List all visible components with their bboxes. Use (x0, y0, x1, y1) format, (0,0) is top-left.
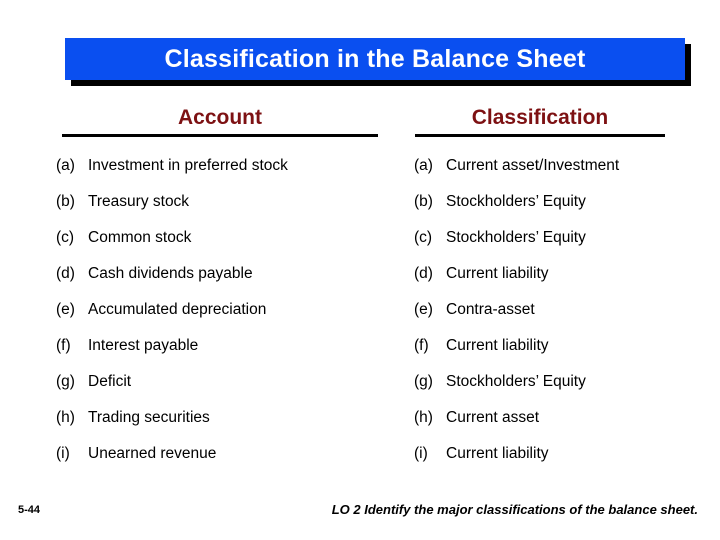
classification-value: Contra-asset (446, 301, 535, 318)
row-label: (b) (414, 193, 433, 210)
learning-objective: LO 2 Identify the major classifications … (331, 502, 698, 517)
classification-value: Current asset (446, 409, 540, 426)
table-row: (h) Trading securities (h) Current asset (0, 408, 720, 444)
table-row: (b) Treasury stock (b) Stockholders’ Equ… (0, 192, 720, 228)
table-row: (f) Interest payable (f) Current liabili… (0, 336, 720, 372)
row-label: (f) (414, 337, 429, 354)
row-label: (b) (56, 193, 75, 210)
account-cell: (b) Treasury stock (56, 192, 189, 212)
classification-cell: (a) Current asset/Investment (414, 156, 619, 176)
header-rule-account (62, 134, 378, 137)
header-rule-classification (415, 134, 665, 137)
account-value: Treasury stock (88, 193, 190, 210)
column-header-classification: Classification (471, 106, 609, 129)
table-row: (i) Unearned revenue (i) Current liabili… (0, 444, 720, 480)
classification-table: (a) Investment in preferred stock (a) Cu… (0, 156, 720, 480)
account-value: Interest payable (88, 337, 199, 354)
account-cell: (c) Common stock (56, 228, 191, 248)
row-label: (g) (414, 373, 433, 390)
table-row: (g) Deficit (g) Stockholders’ Equity (0, 372, 720, 408)
row-label: (d) (414, 265, 433, 282)
row-label: (a) (56, 157, 75, 174)
account-value: Deficit (88, 373, 132, 390)
account-cell: (h) Trading securities (56, 408, 210, 428)
classification-cell: (e) Contra-asset (414, 300, 535, 320)
account-value: Investment in preferred stock (88, 157, 288, 174)
account-value: Common stock (88, 229, 192, 246)
table-row: (d) Cash dividends payable (d) Current l… (0, 264, 720, 300)
account-cell: (a) Investment in preferred stock (56, 156, 288, 176)
classification-cell: (h) Current asset (414, 408, 539, 428)
account-cell: (g) Deficit (56, 372, 131, 392)
column-header-account: Account (178, 106, 262, 129)
account-value: Cash dividends payable (88, 265, 253, 282)
row-label: (i) (56, 445, 70, 462)
classification-cell: (c) Stockholders’ Equity (414, 228, 586, 248)
account-cell: (f) Interest payable (56, 336, 198, 356)
classification-cell: (d) Current liability (414, 264, 549, 284)
classification-value: Current liability (446, 265, 549, 282)
account-cell: (d) Cash dividends payable (56, 264, 253, 284)
classification-value: Stockholders’ Equity (446, 229, 586, 246)
account-value: Unearned revenue (88, 445, 217, 462)
classification-cell: (g) Stockholders’ Equity (414, 372, 586, 392)
row-label: (i) (414, 445, 428, 462)
classification-value: Stockholders’ Equity (446, 373, 586, 390)
classification-cell: (i) Current liability (414, 444, 549, 464)
classification-cell: (b) Stockholders’ Equity (414, 192, 586, 212)
row-label: (c) (56, 229, 75, 246)
row-label: (c) (414, 229, 433, 246)
title-banner-fill: Classification in the Balance Sheet (65, 38, 685, 80)
row-label: (a) (414, 157, 433, 174)
row-label: (e) (56, 301, 75, 318)
account-cell: (i) Unearned revenue (56, 444, 216, 464)
page-title: Classification in the Balance Sheet (164, 44, 586, 73)
account-value: Accumulated depreciation (88, 301, 267, 318)
classification-value: Current liability (446, 337, 549, 354)
classification-cell: (f) Current liability (414, 336, 549, 356)
row-label: (h) (56, 409, 75, 426)
account-cell: (e) Accumulated depreciation (56, 300, 266, 320)
classification-value: Current asset/Investment (446, 157, 620, 174)
slide-title-banner: Classification in the Balance Sheet (65, 38, 691, 86)
row-label: (e) (414, 301, 433, 318)
account-value: Trading securities (88, 409, 210, 426)
classification-value: Stockholders’ Equity (446, 193, 586, 210)
table-row: (c) Common stock (c) Stockholders’ Equit… (0, 228, 720, 264)
table-row: (a) Investment in preferred stock (a) Cu… (0, 156, 720, 192)
row-label: (h) (414, 409, 433, 426)
row-label: (d) (56, 265, 75, 282)
row-label: (f) (56, 337, 71, 354)
row-label: (g) (56, 373, 75, 390)
classification-value: Current liability (446, 445, 549, 462)
table-row: (e) Accumulated depreciation (e) Contra-… (0, 300, 720, 336)
